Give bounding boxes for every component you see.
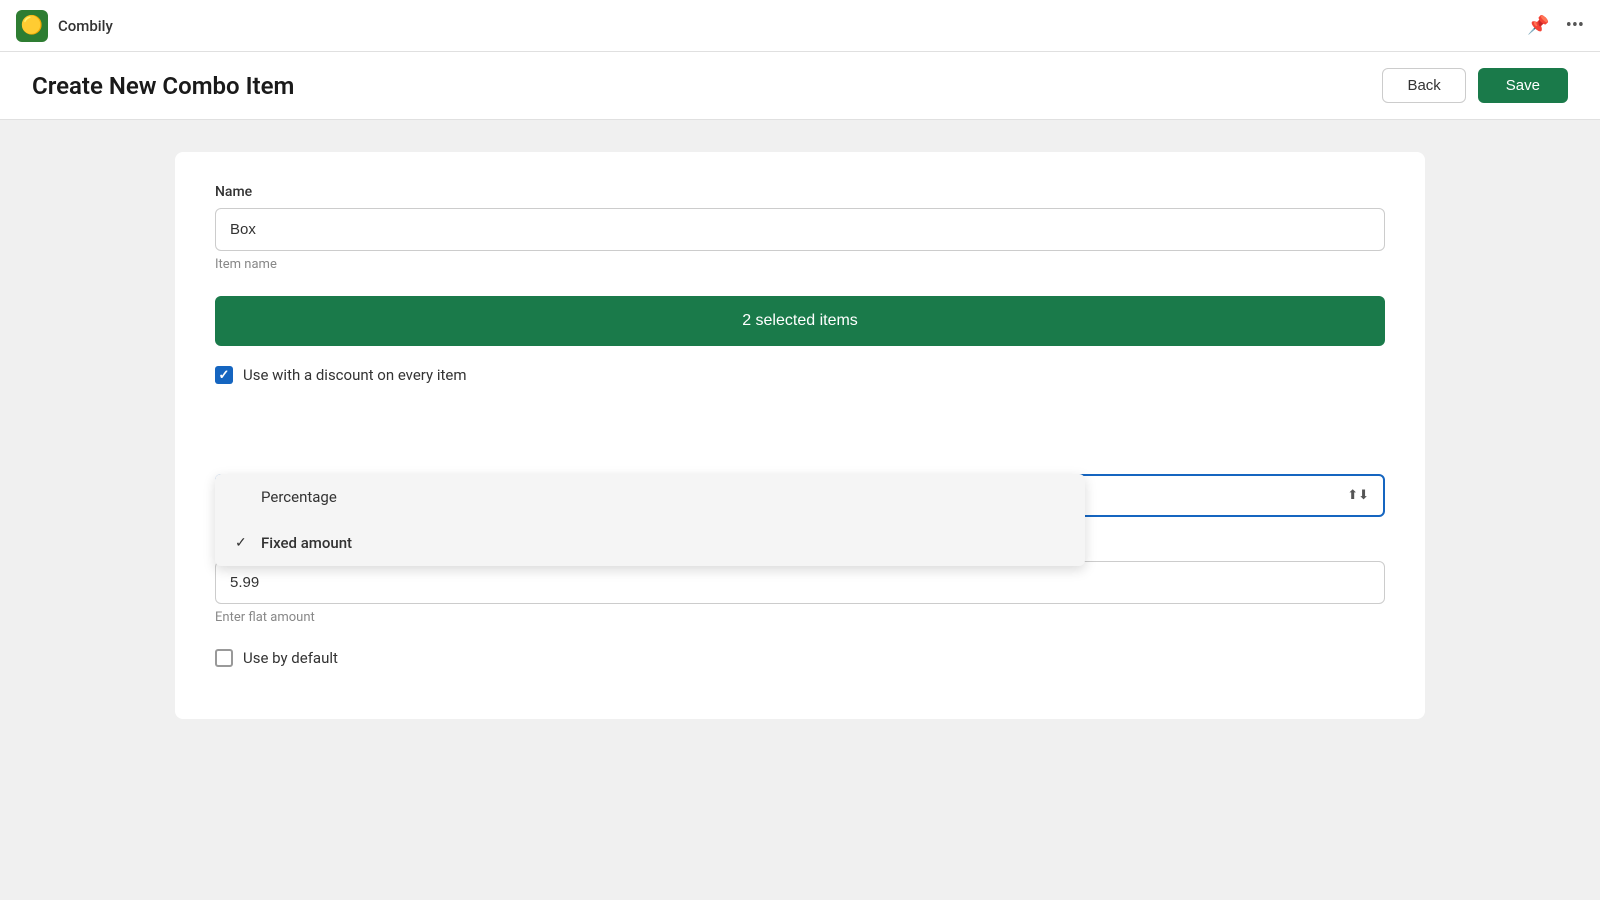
header-actions: Back Save xyxy=(1382,68,1568,103)
name-field-group: Name Item name xyxy=(215,184,1385,272)
discount-checkbox-label: Use with a discount on every item xyxy=(243,366,467,384)
name-label: Name xyxy=(215,184,1385,200)
pin-icon[interactable]: 📌 xyxy=(1527,15,1549,36)
use-by-default-checkbox[interactable] xyxy=(215,649,233,667)
more-options-icon[interactable]: ••• xyxy=(1566,15,1584,36)
header-bar: Create New Combo Item Back Save xyxy=(0,52,1600,120)
dropdown-arrow-icon: ⬆⬇ xyxy=(1347,488,1369,503)
discount-checkbox-row: Use with a discount on every item xyxy=(215,366,1385,384)
app-icon: 🟡 xyxy=(16,10,48,42)
back-button[interactable]: Back xyxy=(1382,68,1465,103)
dropdown-option-percentage[interactable]: Percentage xyxy=(215,474,1085,520)
value-hint: Enter flat amount xyxy=(215,610,1385,625)
topbar-right: 📌 ••• xyxy=(1527,15,1584,36)
use-by-default-label: Use by default xyxy=(243,649,338,667)
dropdown-option-fixed[interactable]: ✓ Fixed amount xyxy=(215,520,1085,566)
discount-type-menu: Percentage ✓ Fixed amount xyxy=(215,474,1085,566)
fixed-checkmark: ✓ xyxy=(235,535,251,551)
topbar-left: 🟡 Combily xyxy=(16,10,113,42)
selected-items-button[interactable]: 2 selected items xyxy=(215,296,1385,346)
page-title: Create New Combo Item xyxy=(32,72,294,100)
fixed-label: Fixed amount xyxy=(261,534,352,552)
percentage-label: Percentage xyxy=(261,488,337,506)
topbar: 🟡 Combily 📌 ••• xyxy=(0,0,1600,52)
name-hint: Item name xyxy=(215,257,1385,272)
main-content: Name Item name 2 selected items Use with… xyxy=(0,120,1600,751)
app-icon-symbol: 🟡 xyxy=(21,15,43,36)
value-input[interactable] xyxy=(215,561,1385,604)
name-input[interactable] xyxy=(215,208,1385,251)
discount-checkbox[interactable] xyxy=(215,366,233,384)
discount-type-dropdown-wrapper: Percentage ✓ Fixed amount ⬆⬇ xyxy=(215,474,1385,517)
use-by-default-checkbox-row: Use by default xyxy=(215,649,1385,667)
app-name: Combily xyxy=(58,17,113,35)
form-card: Name Item name 2 selected items Use with… xyxy=(175,152,1425,719)
save-button[interactable]: Save xyxy=(1478,68,1568,103)
